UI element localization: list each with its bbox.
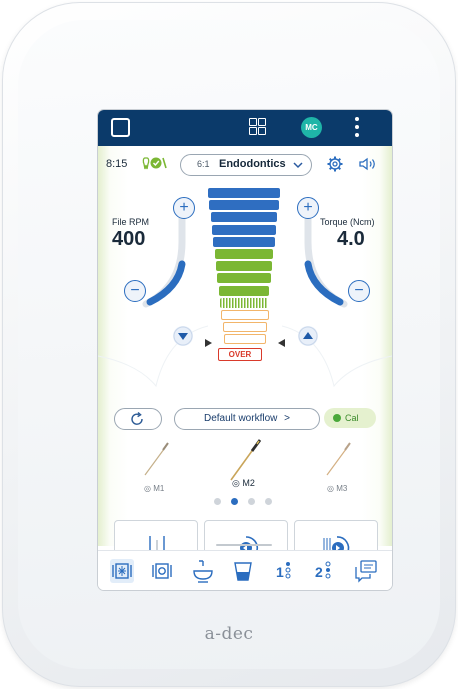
gauge-bar-green bbox=[217, 273, 271, 284]
page-dot-1[interactable] bbox=[214, 498, 221, 505]
bottom-nav: 1 2 bbox=[98, 550, 392, 590]
workflow-row: Default workflow > Cal bbox=[98, 406, 392, 430]
touch-screen: MC 8:15 6:1 Endodontics + File RPM 400 −… bbox=[98, 110, 392, 590]
gauge-bar-green bbox=[218, 285, 270, 296]
cup-fill-tab-icon[interactable] bbox=[229, 557, 257, 585]
calibration-button[interactable]: Cal bbox=[324, 408, 376, 428]
gauge-bar-outline bbox=[221, 310, 269, 320]
gauge-bar-blue bbox=[212, 224, 276, 235]
gauge-bar-blue bbox=[208, 188, 280, 198]
torque-increase-button[interactable]: + bbox=[297, 197, 319, 219]
gauge-bar-blue bbox=[213, 236, 275, 247]
over-indicator: OVER bbox=[218, 348, 262, 361]
check-icon bbox=[333, 414, 341, 422]
file-m3-label: ◎ M3 bbox=[327, 484, 348, 493]
triangle-down-icon bbox=[173, 326, 193, 346]
more-vertical-icon[interactable] bbox=[354, 117, 360, 137]
file-m2-name: M2 bbox=[242, 478, 255, 488]
torque-gauge: OVER bbox=[205, 188, 285, 361]
procedure-ratio: 6:1 bbox=[197, 159, 210, 169]
rpm-increase-button[interactable]: + bbox=[173, 197, 195, 219]
triangle-up-icon bbox=[298, 326, 318, 346]
brand-logo: a-dec bbox=[204, 624, 254, 644]
chevron-down-icon bbox=[293, 162, 303, 169]
procedure-name: Endodontics bbox=[219, 158, 286, 170]
torque-value: 4.0 bbox=[337, 228, 365, 250]
file-m2-label: ◎ M2 bbox=[232, 478, 255, 488]
svg-text:1: 1 bbox=[276, 564, 284, 580]
gauge-bar-green bbox=[216, 261, 272, 272]
messages-icon[interactable] bbox=[352, 557, 380, 585]
speed-up-button[interactable] bbox=[298, 326, 318, 346]
rotate-icon bbox=[131, 412, 143, 425]
file-m2-icon[interactable] bbox=[227, 438, 263, 482]
file-m1-icon[interactable] bbox=[141, 440, 171, 478]
tooth-check-icon[interactable] bbox=[142, 156, 168, 170]
gauge-bar-striped bbox=[220, 297, 268, 308]
gauge-bar-outline bbox=[222, 322, 268, 333]
procedure-selector[interactable]: 6:1 Endodontics bbox=[180, 154, 312, 176]
workflow-label: Default workflow bbox=[204, 413, 278, 424]
bur-tab-icon[interactable] bbox=[108, 557, 136, 585]
gear-icon[interactable] bbox=[327, 156, 343, 172]
gauge-bar-blue bbox=[210, 212, 278, 223]
main-content: 8:15 6:1 Endodontics + File RPM 400 − OV… bbox=[98, 146, 392, 576]
speed-down-button[interactable] bbox=[173, 326, 193, 346]
page-dot-2[interactable] bbox=[231, 498, 238, 505]
gauge-markers bbox=[205, 339, 285, 347]
top-bar: MC bbox=[98, 110, 392, 146]
file-m3-icon[interactable] bbox=[323, 440, 353, 478]
chevron-right-icon: > bbox=[284, 413, 290, 424]
camera-tab-icon[interactable] bbox=[148, 557, 176, 585]
file-m1-name: M1 bbox=[153, 484, 165, 493]
sheet-handle[interactable] bbox=[216, 544, 272, 546]
rpm-value: 400 bbox=[112, 228, 146, 250]
cuspidor-tab-icon[interactable] bbox=[189, 557, 217, 585]
file-m1-label: ◎ M1 bbox=[144, 484, 165, 493]
gauge-bar-blue bbox=[209, 200, 279, 211]
page-dot-4[interactable] bbox=[265, 498, 272, 505]
torque-decrease-button[interactable]: − bbox=[348, 280, 370, 302]
page-indicator bbox=[214, 498, 274, 506]
reverse-button[interactable] bbox=[114, 408, 162, 430]
speaker-icon[interactable] bbox=[359, 157, 377, 171]
status-row: 8:15 6:1 Endodontics bbox=[98, 146, 392, 180]
workflow-selector[interactable]: Default workflow > bbox=[174, 408, 320, 430]
torque-label: Torque (Ncm) bbox=[320, 217, 375, 227]
clock-time: 8:15 bbox=[106, 158, 128, 170]
page-dot-3[interactable] bbox=[248, 498, 255, 505]
position-2-icon[interactable]: 2 bbox=[310, 557, 338, 585]
avatar[interactable]: MC bbox=[301, 117, 322, 138]
cal-label: Cal bbox=[345, 413, 359, 423]
rpm-label: File RPM bbox=[112, 217, 150, 227]
position-1-icon[interactable]: 1 bbox=[270, 557, 298, 585]
gauge-bar-green bbox=[214, 249, 274, 259]
rpm-decrease-button[interactable]: − bbox=[124, 280, 146, 302]
svg-text:2: 2 bbox=[315, 564, 323, 580]
file-carousel[interactable]: ◎ M1 ◎ M2 ◎ M3 bbox=[98, 438, 392, 512]
apps-grid-icon[interactable] bbox=[249, 118, 267, 136]
home-icon[interactable] bbox=[111, 118, 130, 137]
file-m3-name: M3 bbox=[336, 484, 348, 493]
